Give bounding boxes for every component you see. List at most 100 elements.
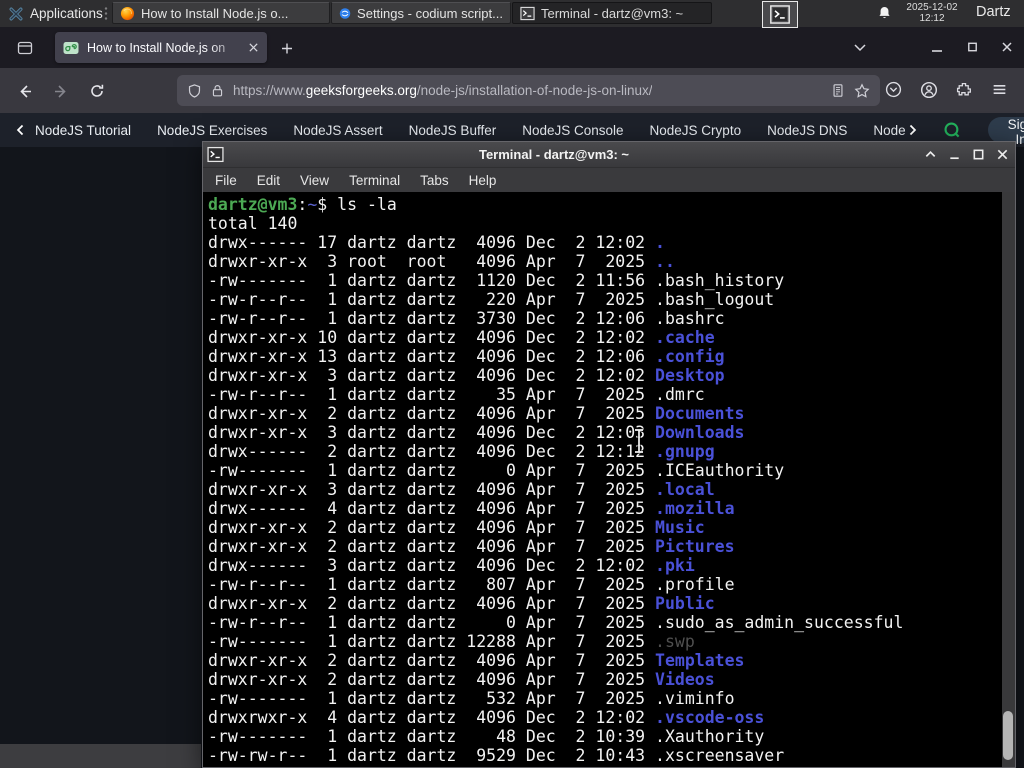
url-path: /node-js/installation-of-node-js-on-linu… bbox=[416, 83, 653, 98]
terminal-line: -rw-r--r-- 1 dartz dartz 35 Apr 7 2025 .… bbox=[208, 385, 705, 404]
window-close-button[interactable] bbox=[1000, 35, 1014, 59]
nav-item-buffer[interactable]: NodeJS Buffer bbox=[409, 123, 497, 138]
menu-file[interactable]: File bbox=[215, 173, 237, 188]
nav-item-truncated[interactable]: Node bbox=[873, 123, 905, 138]
terminal-line: drwxr-xr-x 10 dartz dartz 4096 Dec 2 12:… bbox=[208, 328, 715, 347]
panel-handle bbox=[103, 5, 109, 22]
prompt-colon: : bbox=[297, 195, 308, 214]
terminal-close-button[interactable] bbox=[994, 146, 1011, 163]
new-tab-button[interactable] bbox=[275, 37, 299, 59]
listing-directory-name: .config bbox=[655, 347, 725, 366]
listing-directory-name: Desktop bbox=[655, 366, 725, 385]
prompt-user-host: dartz@vm3 bbox=[208, 195, 298, 214]
listing-directory-name: .cache bbox=[655, 328, 715, 347]
listing-directory-name: Pictures bbox=[655, 537, 735, 556]
terminal-line: drwxr-xr-x 3 dartz dartz 4096 Dec 2 12:0… bbox=[208, 366, 725, 385]
listing-file-name: .ICEauthority bbox=[655, 461, 785, 480]
notifications-bell-icon[interactable] bbox=[877, 5, 892, 21]
menu-tabs[interactable]: Tabs bbox=[420, 173, 449, 188]
listing-directory-name: Documents bbox=[655, 404, 745, 423]
extensions-puzzle-icon[interactable] bbox=[956, 81, 973, 98]
url-scheme: https://www. bbox=[233, 83, 306, 98]
terminal-scrollbar[interactable] bbox=[1002, 192, 1015, 767]
nav-item-dns[interactable]: NodeJS DNS bbox=[767, 123, 847, 138]
listing-directory-name: Public bbox=[655, 594, 715, 613]
terminal-line: drwxr-xr-x 2 dartz dartz 4096 Apr 7 2025… bbox=[208, 651, 745, 670]
terminal-scrollbar-thumb[interactable] bbox=[1003, 711, 1013, 760]
tray-terminal-launcher[interactable] bbox=[762, 1, 798, 28]
firefox-view-button[interactable] bbox=[10, 36, 40, 60]
bookmark-star-icon[interactable] bbox=[854, 82, 870, 99]
terminal-titlebar[interactable]: Terminal - dartz@vm3: ~ bbox=[203, 142, 1015, 167]
tab-close-icon[interactable] bbox=[248, 42, 259, 53]
clock-time: 12:12 bbox=[919, 13, 945, 24]
terminal-line: drwx------ 2 dartz dartz 4096 Dec 2 12:1… bbox=[208, 442, 715, 461]
terminal-listing: drwx------ 17 dartz dartz 4096 Dec 2 12:… bbox=[208, 233, 1015, 765]
terminal-line: -rw-r--r-- 1 dartz dartz 0 Apr 7 2025 .s… bbox=[208, 613, 904, 632]
back-button[interactable] bbox=[11, 77, 39, 105]
listing-directory-name: Music bbox=[655, 518, 705, 537]
url-bar[interactable]: https://www.geeksforgeeks.org/node-js/in… bbox=[177, 75, 880, 106]
listing-file-name: .viminfo bbox=[655, 689, 735, 708]
nav-item-crypto[interactable]: NodeJS Crypto bbox=[650, 123, 742, 138]
terminal-line: drwxr-xr-x 2 dartz dartz 4096 Apr 7 2025… bbox=[208, 404, 745, 423]
terminal-icon bbox=[770, 5, 790, 24]
terminal-line: -rw-r--r-- 1 dartz dartz 807 Apr 7 2025 … bbox=[208, 575, 735, 594]
terminal-line: -rw------- 1 dartz dartz 532 Apr 7 2025 … bbox=[208, 689, 735, 708]
listing-directory-name: . bbox=[655, 233, 665, 252]
browser-tab[interactable]: How to Install Node.js on bbox=[55, 32, 267, 63]
terminal-window: Terminal - dartz@vm3: ~ File Edit View T… bbox=[202, 141, 1016, 768]
pocket-icon[interactable] bbox=[885, 81, 902, 98]
account-icon[interactable] bbox=[920, 81, 938, 99]
nav-item-assert[interactable]: NodeJS Assert bbox=[293, 123, 382, 138]
nav-item-tutorial[interactable]: NodeJS Tutorial bbox=[35, 123, 131, 138]
listing-file-name: .profile bbox=[655, 575, 735, 594]
forward-button[interactable] bbox=[47, 77, 75, 105]
window-maximize-button[interactable] bbox=[966, 35, 979, 59]
terminal-line: drwx------ 4 dartz dartz 4096 Apr 7 2025… bbox=[208, 499, 735, 518]
nav-scroll-right-icon[interactable] bbox=[906, 123, 919, 137]
terminal-shade-button[interactable] bbox=[922, 146, 939, 163]
menu-terminal[interactable]: Terminal bbox=[349, 173, 400, 188]
listing-directory-name: .vscode-oss bbox=[655, 708, 765, 727]
terminal-line: drwxr-xr-x 2 dartz dartz 4096 Apr 7 2025… bbox=[208, 537, 735, 556]
terminal-line: -rw------- 1 dartz dartz 12288 Apr 7 202… bbox=[208, 632, 695, 651]
panel-clock[interactable]: 2025-12-02 12:12 bbox=[899, 2, 965, 25]
menu-hamburger-icon[interactable] bbox=[991, 81, 1008, 98]
sign-in-button[interactable]: Sign In bbox=[987, 117, 1024, 147]
menu-edit[interactable]: Edit bbox=[257, 173, 280, 188]
terminal-screen[interactable]: dartz@vm3:~$ ls -la total 140 drwx------… bbox=[203, 192, 1015, 767]
lock-icon[interactable] bbox=[211, 83, 224, 98]
terminal-maximize-button[interactable] bbox=[970, 146, 987, 163]
panel-username: Dartz bbox=[976, 4, 1011, 20]
listing-directory-name: .. bbox=[655, 252, 675, 271]
listing-file-name: .dmrc bbox=[655, 385, 705, 404]
menu-help[interactable]: Help bbox=[469, 173, 497, 188]
terminal-prompt-line: dartz@vm3:~$ ls -la bbox=[208, 195, 1015, 214]
terminal-line: drwxr-xr-x 3 dartz dartz 4096 Apr 7 2025… bbox=[208, 480, 715, 499]
browser-toolbar: https://www.geeksforgeeks.org/node-js/in… bbox=[0, 68, 1024, 113]
codium-icon bbox=[339, 7, 351, 19]
taskbar-window-firefox[interactable]: How to Install Node.js o... bbox=[112, 2, 330, 24]
terminal-line: drwx------ 17 dartz dartz 4096 Dec 2 12:… bbox=[208, 233, 665, 252]
tab-title: How to Install Node.js on bbox=[87, 40, 226, 55]
tracking-shield-icon[interactable] bbox=[187, 83, 202, 99]
nav-scroll-left-icon[interactable] bbox=[14, 123, 27, 137]
site-search-icon[interactable] bbox=[943, 121, 962, 140]
terminal-line: drwxr-xr-x 3 root root 4096 Apr 7 2025 .… bbox=[208, 252, 675, 271]
taskbar-window-title: Terminal - dartz@vm3: ~ bbox=[541, 5, 684, 21]
reader-mode-icon[interactable] bbox=[831, 83, 845, 98]
menu-view[interactable]: View bbox=[300, 173, 329, 188]
taskbar-window-terminal[interactable]: Terminal - dartz@vm3: ~ bbox=[512, 2, 712, 24]
list-all-tabs-button[interactable] bbox=[852, 35, 868, 59]
terminal-minimize-button[interactable] bbox=[946, 146, 963, 163]
terminal-icon bbox=[520, 6, 535, 20]
taskbar-window-codium[interactable]: Settings - codium script... bbox=[331, 2, 511, 24]
nav-item-console[interactable]: NodeJS Console bbox=[522, 123, 623, 138]
applications-menu-button[interactable]: Applications bbox=[4, 2, 111, 25]
reload-button[interactable] bbox=[83, 77, 111, 105]
listing-directory-name: Videos bbox=[655, 670, 715, 689]
nav-item-exercises[interactable]: NodeJS Exercises bbox=[157, 123, 267, 138]
desktop: Applications How to Install Node.js o...… bbox=[0, 0, 1024, 768]
window-minimize-button[interactable] bbox=[930, 39, 944, 55]
